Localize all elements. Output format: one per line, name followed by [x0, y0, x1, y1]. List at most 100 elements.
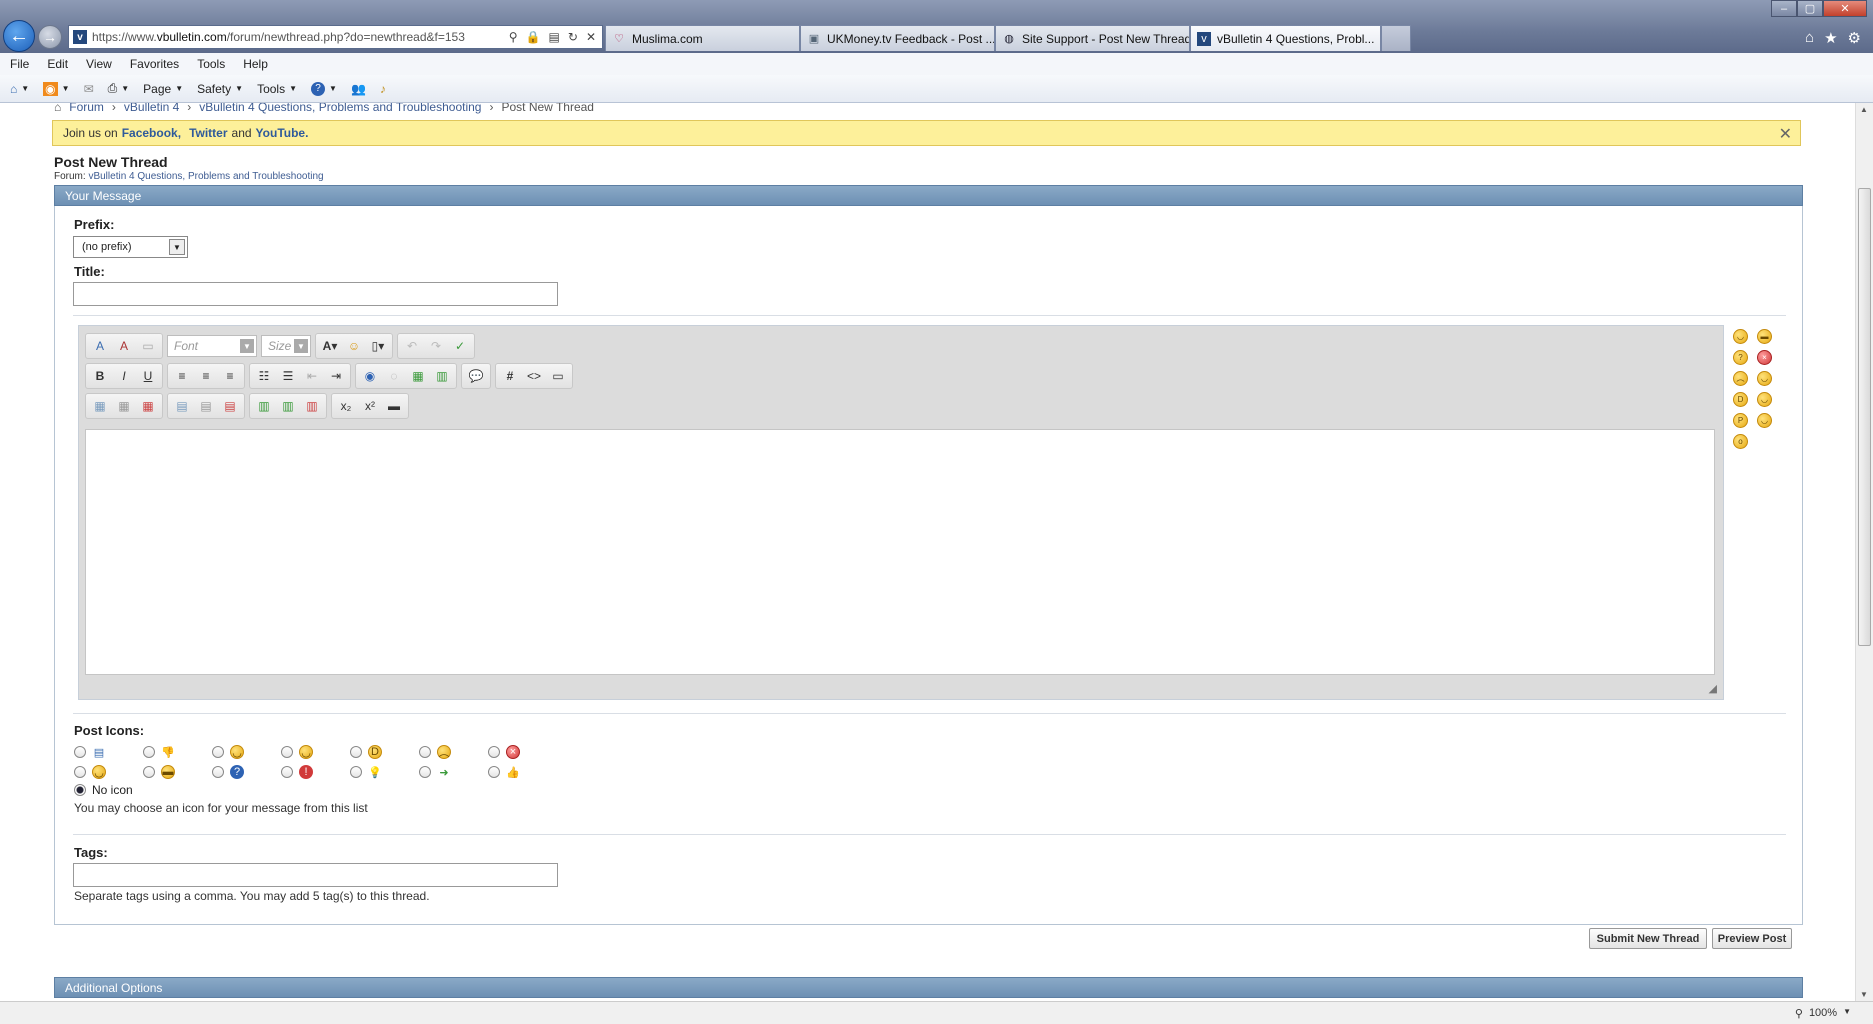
tab-site-support[interactable]: ◍ Site Support - Post New Thread: [995, 25, 1190, 51]
post-icon-option[interactable]: D: [350, 744, 419, 760]
indent-icon[interactable]: ⇥: [325, 365, 347, 387]
post-icon-option[interactable]: ◡: [212, 744, 281, 760]
post-icon-option[interactable]: ▬: [143, 764, 212, 780]
frown-icon[interactable]: ︵: [1733, 371, 1748, 386]
scroll-down-icon[interactable]: ▼: [1860, 990, 1868, 999]
message-textarea[interactable]: [85, 429, 1715, 675]
close-icon[interactable]: ✕: [1779, 124, 1792, 144]
horizontal-rule-icon[interactable]: ▬: [383, 395, 405, 417]
scroll-up-icon[interactable]: ▲: [1860, 105, 1868, 114]
page-menu[interactable]: Page ▼: [143, 82, 183, 96]
maximize-button[interactable]: ▢: [1797, 0, 1823, 17]
post-icon-radio[interactable]: [74, 766, 86, 778]
hash-icon[interactable]: #: [499, 365, 521, 387]
post-icon-radio[interactable]: [143, 746, 155, 758]
messenger-command[interactable]: 👥: [351, 82, 366, 96]
remove-format-icon[interactable]: A: [89, 335, 111, 357]
post-icon-option[interactable]: ︵: [419, 744, 488, 760]
post-icon-option[interactable]: ◡: [281, 744, 350, 760]
subscript-icon[interactable]: x₂: [335, 395, 357, 417]
mad-icon[interactable]: ×: [1757, 350, 1772, 365]
link-icon[interactable]: ◉: [359, 365, 381, 387]
submit-new-thread-button[interactable]: Submit New Thread: [1589, 928, 1707, 949]
post-icon-radio[interactable]: [143, 766, 155, 778]
refresh-icon[interactable]: ↻: [568, 30, 578, 44]
additional-options-header[interactable]: Additional Options: [54, 977, 1803, 998]
post-icon-option[interactable]: 💡: [350, 764, 419, 780]
italic-icon[interactable]: I: [113, 365, 135, 387]
superscript-icon[interactable]: x²: [359, 395, 381, 417]
menu-file[interactable]: File: [10, 57, 29, 71]
forum-link[interactable]: vBulletin 4 Questions, Problems and Trou…: [88, 171, 323, 182]
menu-tools[interactable]: Tools: [197, 57, 225, 71]
tab-muslima[interactable]: ♡ Muslima.com: [605, 25, 800, 51]
post-icon-radio[interactable]: [419, 746, 431, 758]
cool-icon[interactable]: ▬: [1757, 329, 1772, 344]
confused-icon[interactable]: ?: [1733, 350, 1748, 365]
preview-post-button[interactable]: Preview Post: [1712, 928, 1792, 949]
post-icon-radio[interactable]: [281, 766, 293, 778]
font-select[interactable]: Font ▼: [167, 335, 257, 357]
post-icon-option[interactable]: ▤: [74, 744, 143, 760]
youtube-link[interactable]: YouTube.: [256, 126, 309, 140]
post-icon-radio[interactable]: [212, 746, 224, 758]
post-icon-option[interactable]: ?: [212, 764, 281, 780]
video-icon[interactable]: ▥: [431, 365, 453, 387]
mail-command[interactable]: ✉: [84, 82, 94, 96]
feeds-command[interactable]: ◉ ▼: [43, 81, 70, 96]
text-color-icon[interactable]: A ▾: [319, 335, 341, 357]
home-command[interactable]: ⌂ ▼: [10, 82, 29, 96]
table-icon[interactable]: ▦: [89, 395, 111, 417]
row-insert-icon[interactable]: ▤: [171, 395, 193, 417]
prefix-select[interactable]: (no prefix) ▼: [73, 236, 188, 258]
align-right-icon[interactable]: ≡: [219, 365, 241, 387]
align-left-icon[interactable]: ≡: [171, 365, 193, 387]
url-text[interactable]: https://www.vbulletin.com/forum/newthrea…: [92, 30, 502, 44]
redface-icon[interactable]: ◡: [1757, 371, 1772, 386]
favorites-star-icon[interactable]: ★: [1824, 29, 1837, 47]
title-input[interactable]: [73, 282, 558, 306]
tab-vbulletin[interactable]: v vBulletin 4 Questions, Probl... ×: [1190, 25, 1381, 51]
menu-favorites[interactable]: Favorites: [130, 57, 179, 71]
image-icon[interactable]: ▦: [407, 365, 429, 387]
code-icon[interactable]: <>: [523, 365, 545, 387]
zoom-control[interactable]: ⚲ 100% ▼: [1795, 1007, 1851, 1020]
post-icon-radio[interactable]: [488, 766, 500, 778]
no-icon-option[interactable]: No icon: [74, 782, 133, 798]
attach-icon[interactable]: ▯▾: [367, 335, 389, 357]
eek-icon[interactable]: o: [1733, 434, 1748, 449]
minimize-button[interactable]: –: [1771, 0, 1797, 17]
size-select[interactable]: Size ▼: [261, 335, 311, 357]
compat-view-icon[interactable]: ▤: [549, 30, 560, 44]
wink-icon[interactable]: ◡: [1757, 392, 1772, 407]
bold-icon[interactable]: B: [89, 365, 111, 387]
underline-icon[interactable]: U: [137, 365, 159, 387]
table-delete-icon[interactable]: ▦: [137, 395, 159, 417]
breadcrumb-forum[interactable]: Forum: [69, 103, 104, 114]
breadcrumb-vbulletin-4[interactable]: vBulletin 4: [124, 103, 179, 114]
php-icon[interactable]: ▭: [547, 365, 569, 387]
column-insert-icon[interactable]: ▥: [253, 395, 275, 417]
table-props-icon[interactable]: ▦: [113, 395, 135, 417]
clear-format-icon[interactable]: A: [113, 335, 135, 357]
post-icon-radio[interactable]: [350, 746, 362, 758]
breadcrumb-questions-forum[interactable]: vBulletin 4 Questions, Problems and Trou…: [199, 103, 481, 114]
home-icon[interactable]: ⌂: [54, 103, 61, 114]
twitter-link[interactable]: Twitter: [189, 126, 227, 140]
align-center-icon[interactable]: ≡: [195, 365, 217, 387]
menu-view[interactable]: View: [86, 57, 112, 71]
unordered-list-icon[interactable]: ☰: [277, 365, 299, 387]
post-icon-radio[interactable]: [350, 766, 362, 778]
forward-button[interactable]: →: [38, 25, 62, 49]
row-props-icon[interactable]: ▤: [195, 395, 217, 417]
post-icon-radio[interactable]: [419, 766, 431, 778]
vertical-scrollbar[interactable]: ▲ ▼: [1855, 103, 1873, 1001]
close-tab-icon[interactable]: ×: [1374, 31, 1380, 46]
post-icon-option[interactable]: 👎: [143, 744, 212, 760]
lock-icon[interactable]: 🔒: [526, 30, 541, 44]
post-icon-radio[interactable]: [488, 746, 500, 758]
home-icon[interactable]: ⌂: [1805, 29, 1814, 47]
scroll-thumb[interactable]: [1858, 188, 1871, 646]
post-icon-option[interactable]: ×: [488, 744, 557, 760]
unlink-icon[interactable]: ◌: [383, 365, 405, 387]
